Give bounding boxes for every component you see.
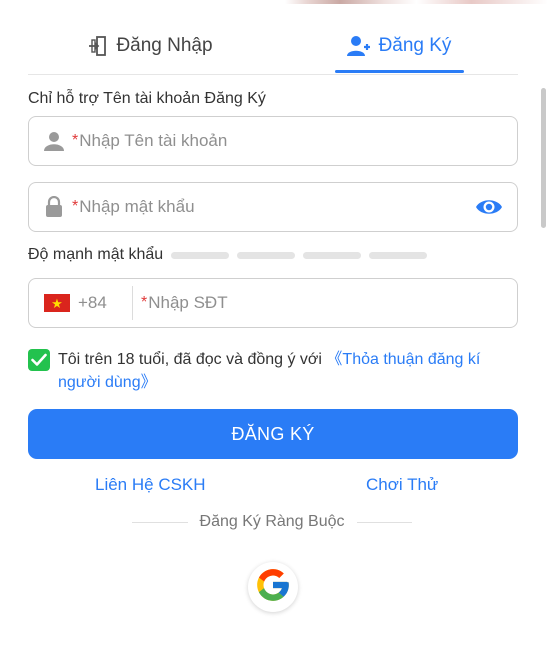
bind-divider: Đăng Ký Ràng Buộc [132,512,413,532]
user-icon [44,130,64,152]
check-icon [31,353,47,366]
required-mark: * [141,294,148,311]
tab-login-label: Đăng Nhập [116,35,213,56]
divider-line [132,521,188,523]
username-field[interactable]: * Nhập Tên tài khoản [28,116,518,166]
auth-tabs: Đăng Nhập Đăng Ký [28,18,518,75]
add-user-icon [346,35,371,57]
divider-line [356,521,413,523]
password-field[interactable]: * Nhập mật khẩu [28,182,518,232]
agreement-text-wrap: Tôi trên 18 tuổi, đã đọc và đồng ý với 《… [58,348,518,394]
strength-bar [237,251,296,259]
phone-input[interactable]: Nhập SĐT [148,293,227,313]
google-signup-button[interactable] [248,562,298,612]
register-button[interactable]: ĐĂNG KÝ [28,409,518,459]
tab-register-label: Đăng Ký [378,35,452,56]
eye-icon[interactable] [475,195,503,219]
top-banner-strip [0,0,548,4]
password-strength: Độ mạnh mật khẩu [28,246,428,264]
tab-login[interactable]: Đăng Nhập [28,18,273,74]
strength-bar [303,251,362,259]
customer-support-link[interactable]: Liên Hệ CSKH [95,475,206,495]
lock-icon [44,196,64,218]
scrollbar[interactable] [541,88,546,228]
username-hint: Chỉ hỗ trợ Tên tài khoản Đăng Ký [28,90,266,107]
login-door-icon [88,35,108,57]
username-input[interactable]: Nhập Tên tài khoản [79,131,227,151]
tab-register[interactable]: Đăng Ký [334,18,464,74]
active-tab-indicator [335,70,464,73]
bind-divider-label: Đăng Ký Ràng Buộc [199,513,345,530]
agreement-text: Tôi trên 18 tuổi, đã đọc và đồng ý với [58,351,327,368]
strength-bar [369,251,428,259]
google-icon [254,566,292,609]
divider [132,286,133,320]
vietnam-flag-icon[interactable]: ★ [44,294,70,312]
trial-play-link[interactable]: Chơi Thử [366,475,438,495]
password-input[interactable]: Nhập mật khẩu [79,197,194,217]
strength-meter [171,251,428,259]
country-code[interactable]: +84 [78,293,122,313]
agreement-checkbox[interactable] [28,349,50,371]
strength-bar [171,251,230,259]
agreement: Tôi trên 18 tuổi, đã đọc và đồng ý với 《… [28,348,518,394]
phone-field[interactable]: ★ +84 * Nhập SĐT [28,278,518,328]
required-mark: * [72,132,79,149]
required-mark: * [72,198,79,215]
strength-label: Độ mạnh mật khẩu [28,246,164,263]
